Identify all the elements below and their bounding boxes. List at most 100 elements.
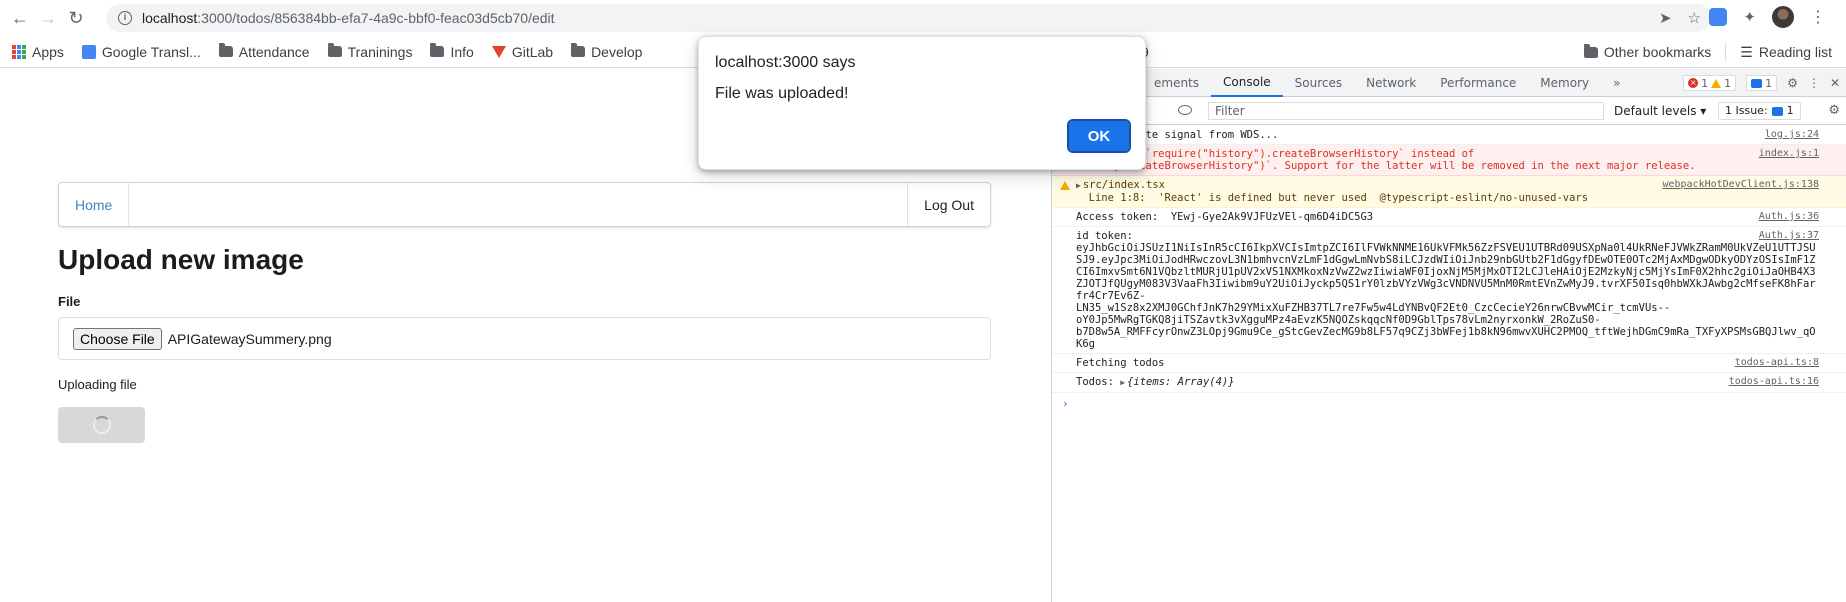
address-toolbar: ← → ↻ i localhost:3000/todos/856384bb-ef…	[0, 0, 1846, 36]
console-prompt[interactable]: ›	[1052, 393, 1846, 414]
log-source-link[interactable]: Auth.js:36	[1759, 211, 1819, 223]
file-label: File	[58, 294, 81, 309]
warning-count: 1	[1724, 76, 1732, 90]
bookmark-attendance[interactable]: Attendance	[218, 43, 310, 60]
bookmark-traninings[interactable]: Traninings	[327, 43, 412, 60]
log-object[interactable]: {items: Array(4)}	[1127, 376, 1234, 388]
error-count: 1	[1701, 76, 1709, 90]
console-error-row: Please use `require("history").createBro…	[1052, 145, 1846, 176]
expand-triangle-icon[interactable]: ▶	[1076, 181, 1081, 190]
log-source-link[interactable]: todos-api.ts:16	[1729, 376, 1819, 388]
filter-input[interactable]: Filter	[1208, 102, 1604, 120]
site-info-icon[interactable]: i	[118, 11, 132, 25]
log-text: src/index.tsx Line 1:8: 'React' is defin…	[1082, 179, 1589, 204]
log-source-link[interactable]: index.js:1	[1759, 148, 1819, 160]
eye-icon[interactable]	[1178, 105, 1192, 115]
warning-icon	[1060, 181, 1070, 190]
issues-count: 1	[1786, 104, 1794, 117]
settings-gear-icon[interactable]: ⚙	[1787, 76, 1798, 90]
reading-list[interactable]: ☰ Reading list	[1740, 44, 1832, 61]
messages-badge[interactable]: 1	[1746, 75, 1778, 91]
console-log-row: Fetching todos todos-api.ts:8	[1052, 354, 1846, 373]
back-icon[interactable]: ←	[6, 4, 34, 32]
issues-button[interactable]: 1 Issue: 1	[1718, 102, 1801, 120]
other-bookmarks-label: Other bookmarks	[1603, 44, 1712, 60]
translate-extension-icon[interactable]	[1709, 8, 1728, 26]
bookmark-info[interactable]: Info	[430, 43, 474, 60]
page-title: Upload new image	[58, 244, 304, 275]
apps-icon	[12, 44, 26, 59]
folder-icon	[218, 43, 233, 57]
more-tabs-icon[interactable]: »	[1601, 69, 1632, 97]
log-text: Fetching todos	[1076, 357, 1165, 369]
kebab-menu-icon[interactable]: ⋮	[1810, 7, 1826, 27]
browser-window: ← → ↻ i localhost:3000/todos/856384bb-ef…	[0, 0, 1846, 602]
error-icon: ×	[1688, 78, 1699, 88]
url-host: localhost	[142, 10, 198, 26]
file-input[interactable]: Choose File APIGatewaySummery.png	[58, 317, 991, 360]
logout-button[interactable]: Log Out	[907, 183, 990, 226]
log-source-link[interactable]: log.js:24	[1765, 129, 1819, 141]
log-text: Please use `require("history").createBro…	[1076, 148, 1696, 172]
folder-icon	[430, 43, 445, 57]
bookmark-label: Apps	[32, 43, 64, 60]
spinner-icon	[92, 416, 111, 434]
message-count: 1	[1765, 76, 1773, 90]
close-icon[interactable]: ✕	[1830, 76, 1840, 90]
address-bar[interactable]: i localhost:3000/todos/856384bb-efa7-4a9…	[106, 4, 1711, 32]
folder-icon	[1583, 43, 1598, 58]
bookmark-label: Info	[450, 43, 474, 60]
devtools-panel: ements Console Sources Network Performan…	[1051, 69, 1846, 602]
tab-console[interactable]: Console	[1211, 69, 1283, 97]
warning-icon	[1711, 78, 1722, 88]
expand-triangle-icon[interactable]: ▶	[1120, 378, 1125, 387]
log-source-link[interactable]: webpackHotDevClient.js:138	[1662, 179, 1819, 191]
bookmark-label: Attendance	[238, 43, 310, 60]
nav-home-link[interactable]: Home	[59, 183, 130, 226]
issues-label: 1 Issue:	[1725, 104, 1768, 117]
google-translate-icon	[81, 44, 96, 59]
avatar[interactable]	[1772, 6, 1794, 28]
bookmark-label: GitLab	[511, 43, 554, 60]
folder-icon	[571, 43, 586, 57]
bookmark-apps[interactable]: Apps	[12, 44, 64, 60]
log-text: id token: eyJhbGciOiJSUzI1NiIsInR5cCI6Ik…	[1076, 230, 1816, 350]
alert-dialog: localhost:3000 says File was uploaded! O…	[698, 36, 1146, 170]
bookmark-label: Develop	[591, 43, 643, 60]
message-icon	[1771, 106, 1783, 116]
choose-file-button[interactable]: Choose File	[73, 327, 162, 350]
tab-sources[interactable]: Sources	[1283, 69, 1354, 97]
puzzle-icon[interactable]: ✦	[1743, 8, 1756, 26]
message-icon	[1751, 78, 1763, 88]
log-text: Todos:	[1076, 376, 1121, 388]
bookmark-google-translate[interactable]: Google Transl...	[81, 44, 201, 60]
reading-list-label: Reading list	[1758, 44, 1832, 60]
log-source-link[interactable]: todos-api.ts:8	[1735, 357, 1819, 369]
forward-icon[interactable]: →	[34, 4, 62, 32]
tab-performance[interactable]: Performance	[1428, 69, 1528, 97]
send-icon[interactable]: ➤	[1659, 9, 1672, 27]
log-levels-dropdown[interactable]: Default levels ▾	[1614, 104, 1706, 118]
other-bookmarks[interactable]: Other bookmarks	[1583, 43, 1712, 60]
console-log-row: ng for update signal from WDS... log.js:…	[1052, 126, 1846, 145]
dialog-title: localhost:3000 says	[715, 54, 856, 71]
bookmark-develop[interactable]: Develop	[571, 43, 643, 60]
divider	[1725, 43, 1727, 61]
upload-status: Uploading file	[58, 377, 137, 392]
console-settings-gear-icon[interactable]: ⚙	[1828, 103, 1840, 118]
kebab-menu-icon[interactable]: ⋮	[1808, 76, 1820, 90]
star-icon[interactable]: ☆	[1688, 9, 1701, 27]
selected-file-name: APIGatewaySummery.png	[167, 330, 332, 347]
tab-memory[interactable]: Memory	[1528, 69, 1601, 97]
bookmark-gitlab[interactable]: GitLab	[491, 43, 554, 60]
ok-button[interactable]: OK	[1067, 119, 1131, 153]
upload-button-loading[interactable]	[58, 407, 145, 443]
dialog-message: File was uploaded!	[715, 85, 849, 102]
tab-network[interactable]: Network	[1354, 69, 1428, 97]
folder-icon	[327, 43, 342, 57]
reload-icon[interactable]: ↻	[62, 4, 90, 32]
tab-elements[interactable]: ements	[1142, 69, 1211, 97]
error-warning-badge[interactable]: × 1 1	[1683, 75, 1737, 91]
log-source-link[interactable]: Auth.js:37	[1759, 230, 1819, 242]
